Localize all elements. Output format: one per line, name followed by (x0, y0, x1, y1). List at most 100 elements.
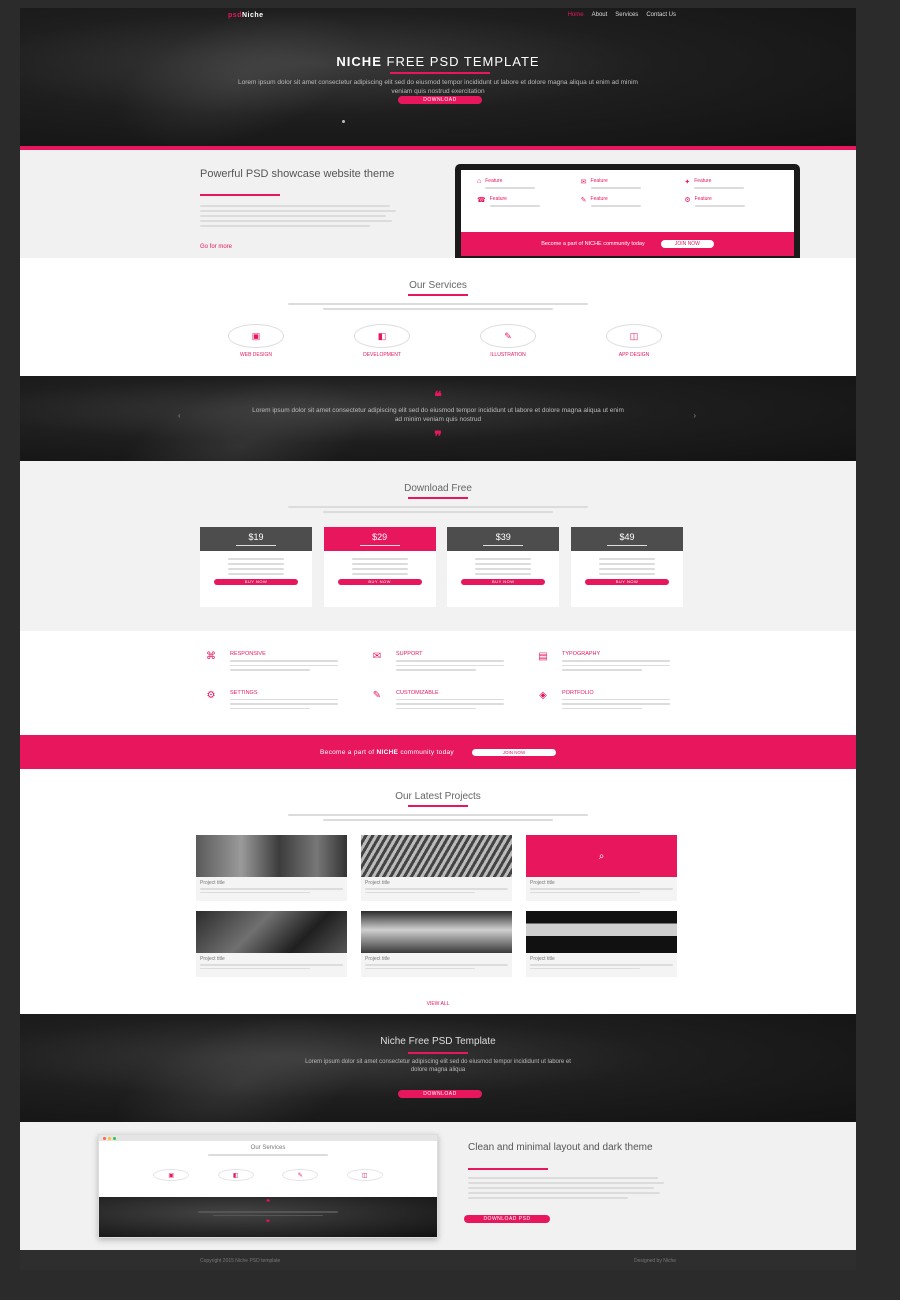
nav-item-contact[interactable]: Contact Us (646, 12, 676, 18)
pricing-card-head: $39 (447, 527, 560, 551)
project-image[interactable] (361, 835, 512, 877)
laptop-feature-label: Feature (590, 196, 608, 202)
maximize-dot-icon (113, 1136, 116, 1140)
laptop-mockup: ⌂ Feature ✉ Feature ✦ Feature ☎ Feature ✎ Fea… (455, 164, 800, 262)
laptop-join-button[interactable]: Join now (660, 240, 714, 248)
browser-titlebar (99, 1135, 437, 1141)
project-card[interactable]: ⌕ Project title (526, 835, 677, 901)
feature-item: ⚙ Settings (200, 690, 348, 713)
pricing-card: $39 Buy now (447, 527, 560, 607)
download-title: Download Free (404, 483, 472, 494)
laptop-feature-label: Feature (694, 178, 712, 184)
pricing-card: $29 Buy now (323, 527, 436, 607)
app-design-icon: ◫ (606, 324, 662, 348)
go-more-link[interactable]: Go for more (200, 244, 232, 250)
project-image[interactable] (196, 911, 347, 953)
services-section: Our Services ▣ Web Design ◧ Development ✎ I… (20, 258, 856, 376)
project-card[interactable]: Project title (526, 911, 677, 977)
nav-item-services[interactable]: Services (615, 12, 638, 18)
service-item[interactable]: ◧ Development (351, 324, 413, 358)
footer: Copyright 2015 Niche PSD template Design… (20, 1250, 856, 1270)
hero-download-button[interactable]: Download (398, 96, 482, 104)
laptop-feature: ✉ Feature (581, 178, 675, 192)
showcase-title: Clean and minimal layout and dark theme (468, 1142, 653, 1153)
footer-credit[interactable]: Designed by Niche (634, 1258, 676, 1264)
showcase-download-button[interactable]: Download PSD (464, 1215, 550, 1223)
feature-title: Settings (230, 689, 258, 696)
testimonial-section: ‹ › ❝ Lorem ipsum dolor sit amet consect… (20, 376, 856, 461)
powerful-section: Powerful PSD showcase website theme Go f… (20, 150, 856, 268)
pricing-card: $49 Buy now (570, 527, 683, 607)
page: psdNiche Home About Services Contact Us … (20, 8, 856, 1270)
mini-web-design-icon: ▣ (153, 1169, 190, 1181)
search-icon[interactable]: ⌕ (599, 851, 605, 862)
project-image[interactable] (196, 835, 347, 877)
next-arrow-icon[interactable]: › (693, 411, 696, 420)
logo[interactable]: psdNiche (228, 12, 264, 19)
responsive-icon: ⌘ (206, 651, 216, 662)
project-card[interactable]: Project title (361, 911, 512, 977)
plan-features (200, 551, 312, 575)
nav-item-home[interactable]: Home (568, 12, 584, 18)
showcase-divider (468, 1168, 548, 1170)
mini-development-icon: ◧ (217, 1169, 254, 1181)
mini-app-design-icon: ◫ (346, 1169, 383, 1181)
project-card[interactable]: Project title (196, 835, 347, 901)
download-divider (408, 497, 468, 499)
plan-price: $49 (619, 532, 635, 542)
hero-title-bold: NICHE (336, 54, 382, 69)
scroll-indicator[interactable] (342, 120, 345, 123)
mini-quote-open-icon: ❝ (266, 1199, 270, 1206)
quote-text: Lorem ipsum dolor sit amet consectetur a… (252, 407, 624, 423)
laptop-feature: ⌂ Feature (477, 178, 571, 192)
service-label: Development (363, 352, 401, 358)
customize-icon: ✎ (372, 689, 382, 701)
project-title: Project title (530, 956, 555, 962)
download-section: Download Free $19 Buy now $29 Buy now $3… (20, 461, 856, 631)
service-item[interactable]: ✎ Illustration (477, 324, 539, 358)
projects-grid: Project title Project title ⌕ Project tit… (196, 835, 678, 977)
download-subtitle (280, 503, 596, 516)
services-title: Our Services (409, 280, 467, 291)
project-image[interactable] (361, 911, 512, 953)
home-icon: ⌂ (477, 178, 482, 185)
niche-divider (408, 1052, 468, 1054)
project-image[interactable]: ⌕ (526, 835, 677, 877)
project-title: Project title (530, 880, 555, 886)
plan-buy-button[interactable]: Buy now (337, 579, 422, 585)
project-card[interactable]: Project title (196, 911, 347, 977)
prev-arrow-icon[interactable]: ‹ (178, 411, 181, 420)
features-grid: ⌘ Responsive ✉ Support ▤ Typography ⚙ Settin… (200, 651, 680, 712)
plan-buy-button[interactable]: Buy now (461, 579, 546, 585)
nav-item-about[interactable]: About (592, 12, 608, 18)
pricing-card-head: $29 (323, 527, 436, 551)
project-title: Project title (365, 956, 390, 962)
niche-download-button[interactable]: Download (398, 1090, 482, 1098)
mini-quote-close-icon: ❞ (266, 1220, 270, 1227)
logo-name: Niche (241, 12, 264, 19)
powerful-divider (200, 194, 280, 196)
join-now-button[interactable]: Join now (471, 748, 556, 756)
mini-quote: ❝ ❞ (99, 1197, 437, 1237)
laptop-feature: ⚙ Feature (684, 196, 778, 210)
laptop-strip-text: Become a part of NICHE community today (541, 241, 645, 247)
close-dot-icon (103, 1136, 106, 1140)
mini-services-title: Our Services (250, 1145, 286, 1151)
phone-icon: ☎ (477, 197, 486, 204)
project-card[interactable]: Project title (361, 835, 512, 901)
plan-buy-button[interactable]: Buy now (214, 579, 298, 585)
service-label: App Design (618, 352, 650, 358)
project-title: Project title (200, 956, 225, 962)
service-item[interactable]: ▣ Web Design (225, 324, 287, 358)
development-icon: ◧ (354, 324, 410, 348)
laptop-feature-label: Feature (590, 178, 608, 184)
view-all-link[interactable]: View all (20, 1001, 856, 1007)
footer-copyright: Copyright 2015 Niche PSD template (200, 1258, 281, 1264)
service-item[interactable]: ◫ App Design (603, 324, 665, 358)
hero-title: NICHE FREE PSD TEMPLATE (20, 54, 856, 69)
project-image[interactable] (526, 911, 677, 953)
main-nav: Home About Services Contact Us (568, 12, 676, 18)
plan-buy-button[interactable]: Buy now (584, 579, 669, 585)
community-text: Become a part of NICHE community today (320, 749, 454, 756)
feature-title: Responsive (230, 651, 266, 657)
